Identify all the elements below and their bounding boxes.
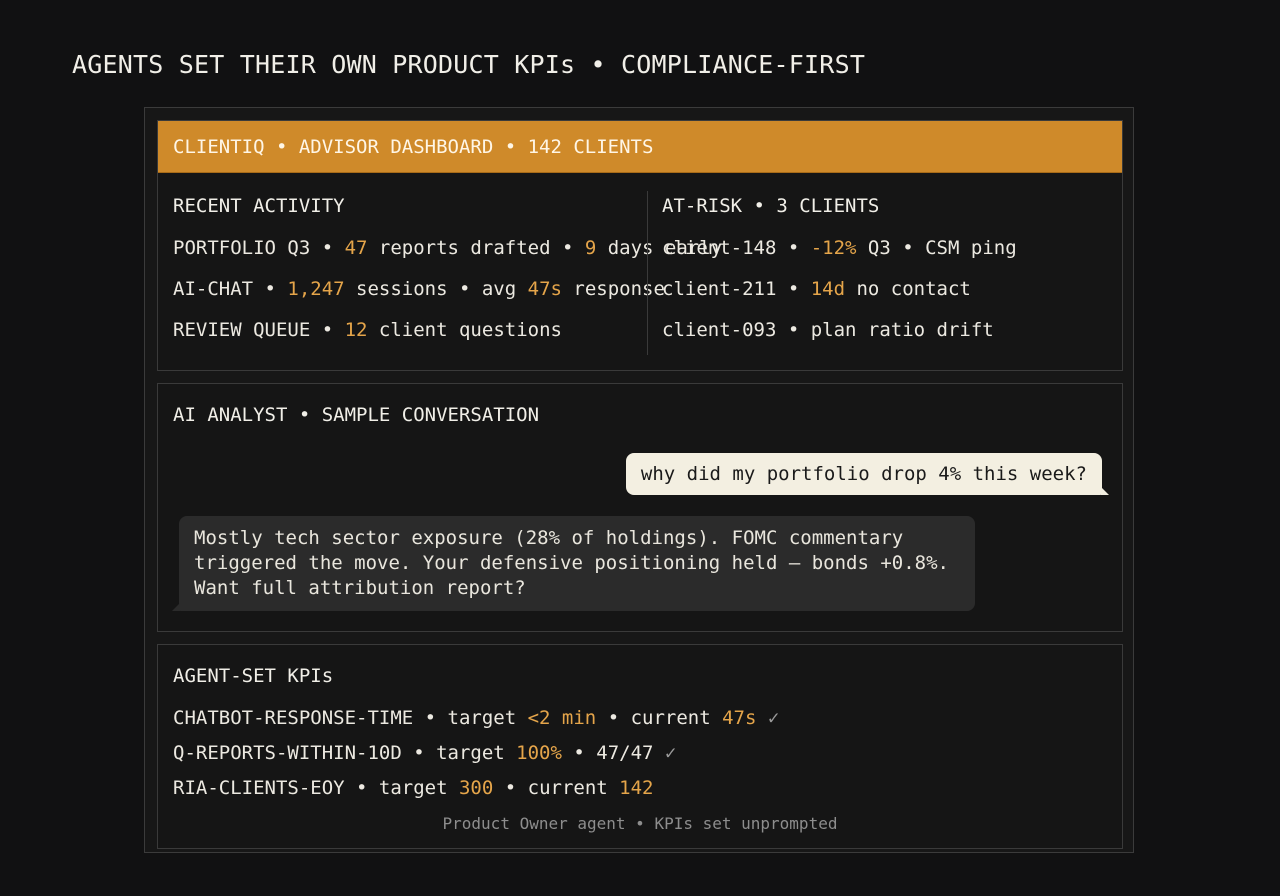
user-message-bubble: why did my portfolio drop 4% this week? — [625, 453, 1110, 495]
kpis-title: AGENT-SET KPIs — [173, 665, 334, 687]
conversation-title: AI ANALYST • SAMPLE CONVERSATION — [173, 404, 540, 426]
at-risk-title: AT-RISK • 3 CLIENTS — [662, 195, 880, 217]
activity-row-ai-chat: AI-CHAT • 1,247 sessions • avg 47s respo… — [173, 278, 665, 300]
ai-message-bubble: Mostly tech sector exposure (28% of hold… — [172, 516, 975, 611]
kpi-row-q-reports: Q-REPORTS-WITHIN-10D • target 100% • 47/… — [173, 742, 677, 764]
agent-kpis-panel: AGENT-SET KPIs CHATBOT-RESPONSE-TIME • t… — [157, 644, 1123, 849]
kpi-row-chatbot-response-time: CHATBOT-RESPONSE-TIME • target <2 min • … — [173, 707, 780, 729]
column-divider — [647, 191, 648, 355]
kpi-row-ria-clients: RIA-CLIENTS-EOY • target 300 • current 1… — [173, 777, 654, 799]
advisor-dashboard-panel: CLIENTIQ • ADVISOR DASHBOARD • 142 CLIEN… — [157, 120, 1123, 371]
at-risk-row-client-148[interactable]: client-148 • -12% Q3 • CSM ping — [662, 237, 1017, 259]
dashboard-header-title: CLIENTIQ • ADVISOR DASHBOARD • 142 CLIEN… — [173, 135, 654, 158]
activity-row-review-queue: REVIEW QUEUE • 12 client questions — [173, 319, 562, 341]
activity-row-portfolio: PORTFOLIO Q3 • 47 reports drafted • 9 da… — [173, 237, 723, 259]
at-risk-row-client-211[interactable]: client-211 • 14d no contact — [662, 278, 971, 300]
dashboard-frame: CLIENTIQ • ADVISOR DASHBOARD • 142 CLIEN… — [144, 107, 1134, 853]
check-icon: ✓ — [653, 742, 677, 764]
page-title: AGENTS SET THEIR OWN PRODUCT KPIs • COMP… — [72, 50, 866, 79]
kpis-footnote: Product Owner agent • KPIs set unprompte… — [442, 814, 838, 833]
check-icon: ✓ — [756, 707, 780, 729]
at-risk-row-client-093[interactable]: client-093 • plan ratio drift — [662, 319, 994, 341]
recent-activity-title: RECENT ACTIVITY — [173, 195, 345, 217]
dashboard-header: CLIENTIQ • ADVISOR DASHBOARD • 142 CLIEN… — [158, 121, 1122, 173]
ai-analyst-panel: AI ANALYST • SAMPLE CONVERSATION why did… — [157, 383, 1123, 632]
